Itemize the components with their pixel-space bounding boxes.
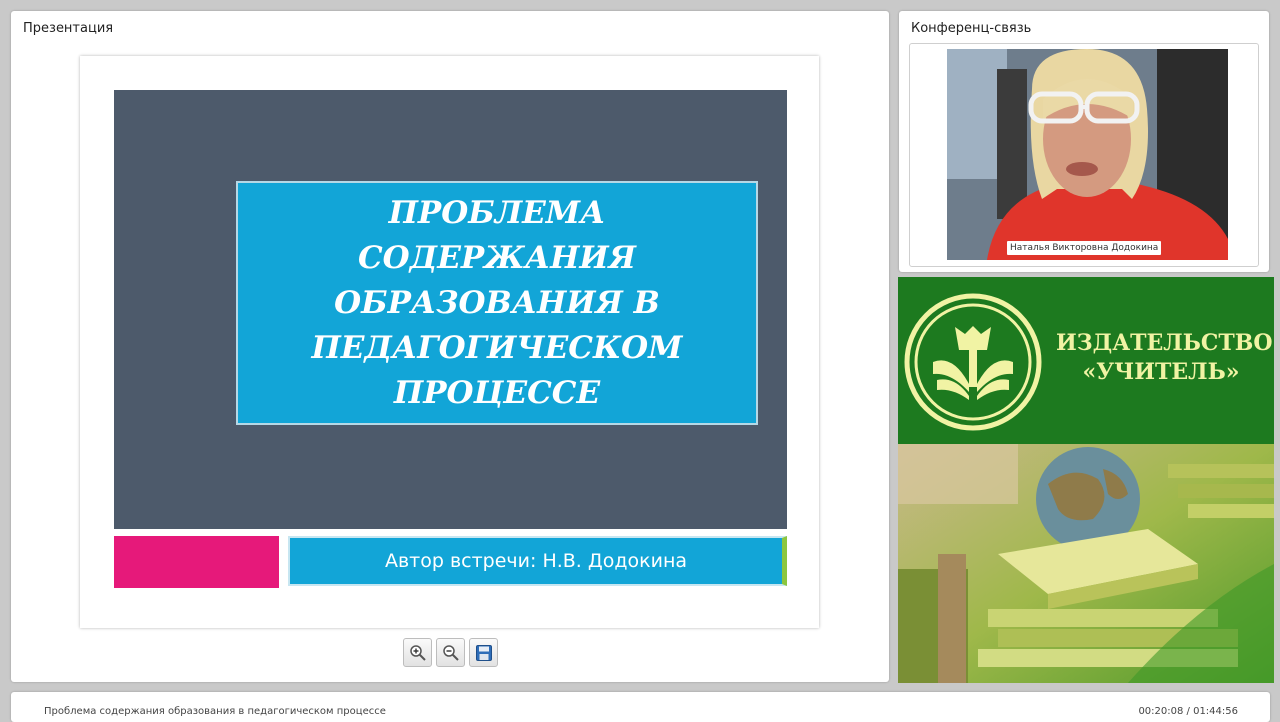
zoom-in-icon <box>409 644 426 661</box>
zoom-out-icon <box>442 644 459 661</box>
slide-pink-accent <box>114 536 279 588</box>
participant-video[interactable]: Наталья Викторовна Додокина <box>947 49 1228 260</box>
participant-video-image <box>947 49 1228 260</box>
zoom-in-button[interactable] <box>403 638 432 667</box>
save-icon <box>475 644 492 661</box>
book-torch-logo-icon <box>904 293 1042 431</box>
slide-author: Автор встречи: Н.В. Додокина <box>288 536 787 586</box>
conference-panel-title: Конференц-связь <box>911 21 1032 36</box>
banner-header: ИЗДАТЕЛЬСТВО «УЧИТЕЛЬ» <box>898 277 1274 444</box>
slide: Проблема содержания образования в педаго… <box>80 56 819 628</box>
video-frame: Наталья Викторовна Додокина <box>909 43 1259 267</box>
footer-bar: Проблема содержания образования в педаго… <box>11 692 1270 722</box>
publisher-name-line1: ИЗДАТЕЛЬСТВО <box>1056 330 1273 356</box>
lecture-title: Проблема содержания образования в педаго… <box>44 706 386 717</box>
save-button[interactable] <box>469 638 498 667</box>
playback-time: 00:20:08 / 01:44:56 <box>1138 706 1238 717</box>
slide-title: Проблема содержания образования в педаго… <box>311 194 683 411</box>
presentation-panel: Презентация Проблема содержания образова… <box>11 11 889 682</box>
publisher-banner[interactable]: ИЗДАТЕЛЬСТВО «УЧИТЕЛЬ» <box>898 277 1274 683</box>
conference-panel: Конференц-связь Наталья Викторовна Додок… <box>899 11 1269 272</box>
publisher-name: ИЗДАТЕЛЬСТВО «УЧИТЕЛЬ» <box>1056 329 1273 387</box>
participant-name-label: Наталья Викторовна Додокина <box>1007 241 1162 255</box>
books-globe-image <box>898 444 1274 683</box>
presentation-panel-title: Презентация <box>23 21 114 36</box>
zoom-out-button[interactable] <box>436 638 465 667</box>
slide-title-box: Проблема содержания образования в педаго… <box>236 181 758 425</box>
slide-background: Проблема содержания образования в педаго… <box>114 90 787 529</box>
publisher-name-line2: «УЧИТЕЛЬ» <box>1082 359 1240 385</box>
